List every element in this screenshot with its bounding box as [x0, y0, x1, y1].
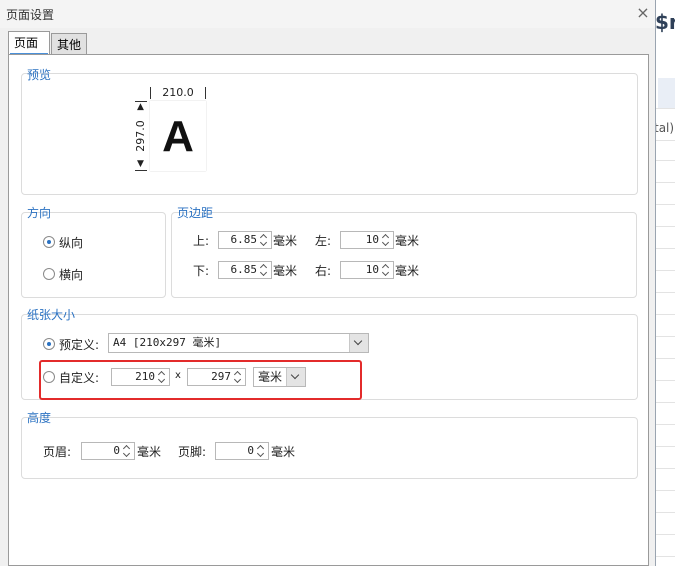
margin-top-label: 上:: [193, 234, 210, 248]
margin-right-input[interactable]: 10: [340, 261, 394, 279]
close-icon[interactable]: ×: [634, 4, 652, 22]
margin-left-unit: 毫米: [395, 234, 420, 248]
preview-paper: A: [150, 101, 206, 171]
margin-top-down-icon[interactable]: [260, 241, 268, 247]
height-label: 高度: [27, 411, 52, 425]
predefined-radio[interactable]: [43, 338, 55, 350]
preview-height-value: 297.0: [134, 120, 147, 152]
landscape-radio[interactable]: [43, 268, 55, 280]
header-label: 页眉:: [43, 445, 72, 459]
page-setup-dialog: 页面设置 × 页面 其他 预览 210.0 ▲ ▼ 297.0 A 方向 纵向 横…: [0, 0, 656, 566]
margin-left-input[interactable]: 10: [340, 231, 394, 249]
header-down-icon[interactable]: [123, 452, 131, 458]
background-banner: [658, 78, 675, 108]
preview-width-dimension: 210.0: [150, 87, 206, 99]
margin-bottom-unit: 毫米: [273, 264, 298, 278]
footer-down-icon[interactable]: [257, 452, 265, 458]
margin-bottom-down-icon[interactable]: [260, 271, 268, 277]
custom-size-highlight: [39, 360, 362, 400]
margin-left-label: 左:: [315, 234, 332, 248]
tab-other[interactable]: 其他: [51, 33, 87, 55]
preview-height-dimension: ▲ ▼ 297.0: [134, 101, 147, 171]
preview-group: [21, 73, 638, 195]
dialog-title: 页面设置: [6, 8, 55, 22]
preview-label: 预览: [27, 68, 52, 82]
orientation-group: [21, 212, 166, 298]
portrait-label[interactable]: 纵向: [59, 234, 83, 251]
orientation-label: 方向: [27, 206, 52, 220]
footer-unit: 毫米: [271, 445, 296, 459]
margins-group: [171, 212, 637, 298]
preview-letter: A: [162, 112, 194, 161]
margin-left-down-icon[interactable]: [382, 241, 390, 247]
header-unit: 毫米: [137, 445, 162, 459]
tab-page[interactable]: 页面: [8, 31, 50, 55]
margin-left-up-icon[interactable]: [382, 233, 390, 239]
margin-bottom-input[interactable]: 6.85: [218, 261, 272, 279]
margin-right-label: 右:: [315, 264, 332, 278]
chevron-down-icon[interactable]: [349, 334, 368, 352]
margin-top-unit: 毫米: [273, 234, 298, 248]
preview-width-value: 210.0: [162, 86, 194, 99]
paper-size-label: 纸张大小: [27, 308, 76, 322]
background-snippet: tal): [654, 121, 675, 135]
portrait-radio[interactable]: [43, 236, 55, 248]
margin-top-input[interactable]: 6.85: [218, 231, 272, 249]
predefined-label[interactable]: 预定义:: [59, 336, 99, 353]
predefined-paper-select[interactable]: A4 [210x297 毫米]: [108, 333, 369, 353]
footer-label: 页脚:: [178, 445, 207, 459]
dialog-titlebar[interactable]: 页面设置 ×: [0, 0, 655, 28]
margin-top-up-icon[interactable]: [260, 233, 268, 239]
margins-label: 页边距: [177, 206, 214, 220]
header-input[interactable]: 0: [81, 442, 135, 460]
margin-right-unit: 毫米: [395, 264, 420, 278]
margin-bottom-up-icon[interactable]: [260, 263, 268, 269]
margin-bottom-label: 下:: [193, 264, 210, 278]
landscape-label[interactable]: 横向: [59, 266, 83, 283]
margin-right-down-icon[interactable]: [382, 271, 390, 277]
background-heading: $r: [655, 10, 675, 34]
footer-up-icon[interactable]: [257, 444, 265, 450]
footer-input[interactable]: 0: [215, 442, 269, 460]
margin-right-up-icon[interactable]: [382, 263, 390, 269]
header-up-icon[interactable]: [123, 444, 131, 450]
